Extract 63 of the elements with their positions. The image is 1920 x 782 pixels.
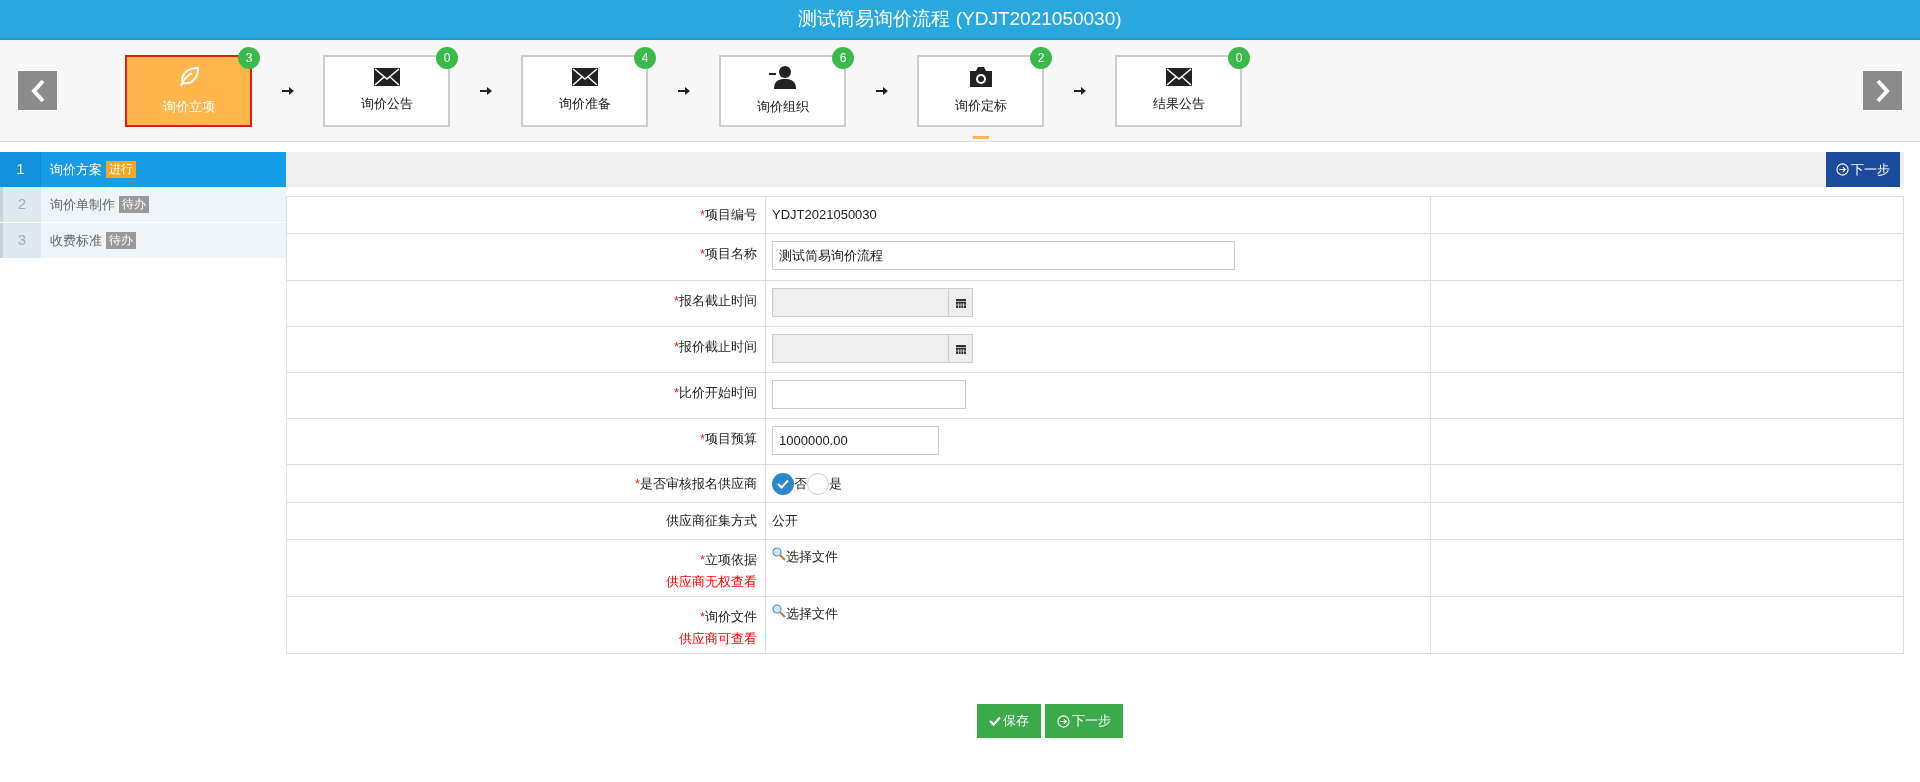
field-label: 供应商征集方式 bbox=[666, 512, 757, 531]
calendar-icon bbox=[955, 343, 966, 354]
required-marker: * bbox=[673, 338, 679, 356]
text-field[interactable]: 测试简易询价流程 bbox=[772, 241, 1235, 270]
required-marker: * bbox=[699, 430, 705, 448]
count-badge: 4 bbox=[634, 46, 656, 69]
status-tag: 进行 bbox=[106, 161, 136, 178]
page-title: 测试简易询价流程 (YDJT2021050030) bbox=[798, 6, 1122, 31]
field-label: 立项依据 bbox=[705, 551, 757, 569]
arrow-right-icon bbox=[479, 85, 492, 96]
envelope-icon bbox=[571, 67, 598, 86]
field-label: 报名截止时间 bbox=[679, 292, 757, 310]
user-icon bbox=[768, 64, 797, 89]
sidebar-item[interactable]: 2 询价单制作 待办 bbox=[0, 187, 286, 222]
field-label: 项目预算 bbox=[705, 430, 757, 448]
status-tag: 待办 bbox=[106, 232, 136, 249]
required-marker: * bbox=[699, 551, 705, 569]
count-badge: 3 bbox=[238, 46, 260, 69]
required-marker: * bbox=[673, 292, 679, 310]
next-step-button[interactable]: 下一步 bbox=[1826, 152, 1900, 187]
required-marker: * bbox=[634, 474, 640, 493]
count-badge: 0 bbox=[1228, 46, 1250, 69]
magnifier-icon bbox=[772, 547, 786, 561]
circle-arrow-icon bbox=[1836, 163, 1849, 176]
envelope-icon bbox=[373, 67, 400, 86]
previous-button[interactable] bbox=[17, 70, 58, 111]
count-badge: 2 bbox=[1030, 46, 1052, 69]
required-marker: * bbox=[699, 245, 705, 263]
visibility-note: 供应商无权查看 bbox=[666, 572, 757, 591]
choose-file-link[interactable]: 选择文件 bbox=[772, 604, 838, 622]
choose-file-link[interactable]: 选择文件 bbox=[772, 547, 838, 565]
arrow-right-icon bbox=[677, 85, 690, 96]
field-label: 比价开始时间 bbox=[679, 384, 757, 402]
envelope-icon bbox=[1165, 67, 1192, 86]
camera-icon bbox=[967, 65, 994, 88]
required-marker: * bbox=[699, 206, 705, 225]
check-icon bbox=[989, 716, 1001, 726]
arrow-right-icon bbox=[1073, 85, 1086, 96]
chevron-left-icon bbox=[29, 78, 46, 103]
required-marker: * bbox=[673, 384, 679, 402]
count-badge: 0 bbox=[436, 46, 458, 69]
radio-option[interactable]: 否 bbox=[772, 472, 807, 495]
chevron-right-icon bbox=[1874, 78, 1891, 103]
next-button[interactable] bbox=[1862, 70, 1903, 111]
field-label: 项目名称 bbox=[705, 245, 757, 263]
arrow-right-icon bbox=[281, 85, 294, 96]
field-value: YDJT2021050030 bbox=[772, 206, 877, 225]
magnifier-icon bbox=[772, 604, 786, 618]
field-label: 报价截止时间 bbox=[679, 338, 757, 356]
radio-option[interactable]: 是 bbox=[807, 472, 842, 495]
required-marker: * bbox=[699, 608, 705, 626]
field-label: 项目编号 bbox=[705, 206, 757, 225]
arrow-right-icon bbox=[875, 85, 888, 96]
text-field[interactable]: 1000000.00 bbox=[772, 426, 939, 455]
count-badge: 6 bbox=[832, 46, 854, 69]
sidebar-item[interactable]: 3 收费标准 待办 bbox=[0, 223, 286, 258]
field-label: 询价文件 bbox=[705, 608, 757, 626]
field-value: 公开 bbox=[772, 512, 798, 531]
calendar-icon bbox=[955, 297, 966, 308]
field-label: 是否审核报名供应商 bbox=[640, 474, 757, 493]
status-tag: 待办 bbox=[119, 196, 149, 213]
visibility-note: 供应商可查看 bbox=[679, 629, 757, 648]
text-field[interactable] bbox=[772, 380, 966, 409]
